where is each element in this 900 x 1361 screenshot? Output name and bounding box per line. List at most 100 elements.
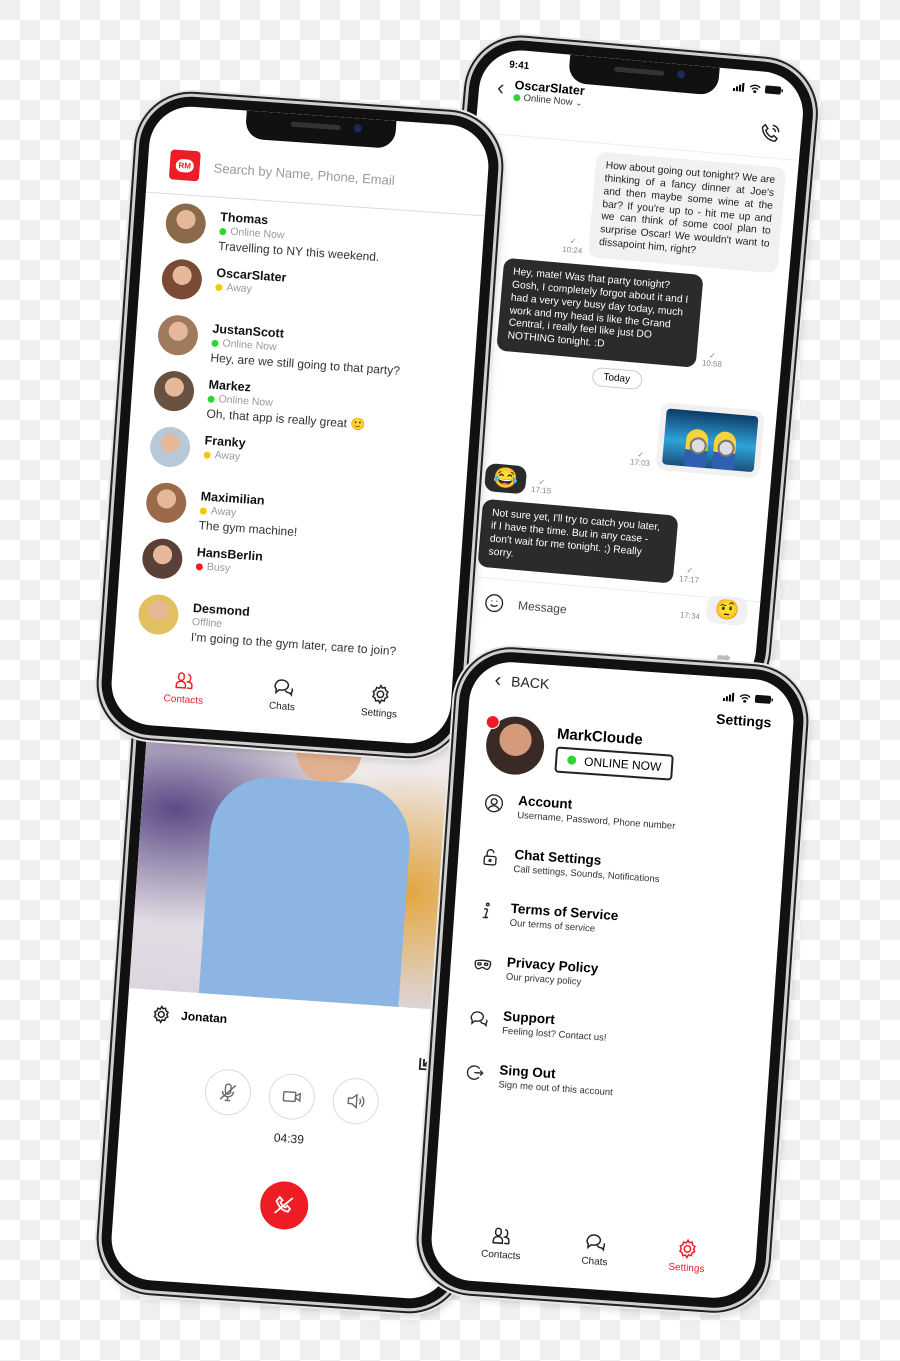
message-input[interactable] [517,598,669,626]
hang-up-button[interactable] [258,1179,310,1232]
message-bubble-image[interactable] [655,402,765,479]
message-bubble-outgoing: How about going out tonight? We are thin… [587,151,787,274]
online-dot [566,755,577,765]
status-dot [207,395,215,403]
support-icon [470,1011,488,1028]
contact-status-label: Away [225,281,253,296]
battery-icon [764,84,784,95]
contact-status: Away [203,448,245,463]
search-input[interactable] [213,159,424,190]
settings-screen: ‹ BACK Settings MarkCloude ONLINE NOW Acc… [428,659,797,1301]
speaker-icon [347,1093,365,1110]
caller-name: Jonatan [180,1008,228,1026]
video-button[interactable] [267,1072,317,1122]
back-button[interactable]: ‹ BACK [494,669,550,696]
contact-status-label: Offline [191,615,223,631]
tab-chats[interactable]: Chats [581,1231,610,1268]
contact-status-label: Online Now [218,393,274,410]
message-row: Hey, mate! Was that party tonight? Gosh,… [468,255,776,374]
app-logo: RM [168,149,201,182]
tab-chats[interactable]: Chats [268,676,298,714]
online-status-button[interactable]: ONLINE NOW [554,746,675,781]
chats-icon [274,679,293,697]
contact-status-label: Away [214,449,241,463]
contact-status-label: Online Now [229,225,285,242]
settings-icon [371,684,389,705]
contact-status-label: Online Now [222,337,278,354]
message-time: ✓ 17:17 [678,565,700,585]
message-time: ✓ 17:03 [629,449,651,469]
status-dot [203,450,211,459]
minion-figure [711,430,737,471]
lock-icon [483,849,497,866]
message-time: ✓ 10:58 [701,350,723,370]
phone-contacts-screen: RM Thomas Online Now Travelling to NY th… [98,93,502,757]
contact-avatar [140,537,184,581]
tab-bar: Contacts Chats Settings [429,1208,758,1301]
video-camera-icon [282,1090,302,1103]
wifi-icon [739,693,751,703]
chats-icon [586,1234,606,1252]
emoji-icon[interactable] [483,592,505,614]
mic-off-icon [219,1083,237,1102]
info-icon [482,902,490,919]
tab-bar: Contacts Chats Settings [109,653,453,747]
tab-label: Contacts [163,693,204,707]
online-status-label: ONLINE NOW [583,754,662,774]
contact-avatar [148,425,192,469]
status-icons [722,692,774,704]
mask-icon [474,959,492,971]
battery-icon [754,694,774,704]
tab-contacts[interactable]: Contacts [480,1224,523,1263]
contact-avatar [164,202,208,245]
online-dot [513,93,521,102]
contact-name: Franky [204,433,247,451]
contact-avatar [144,481,188,525]
mute-button[interactable] [203,1067,253,1117]
contact-list: Thomas Online Now Travelling to NY this … [115,193,485,664]
message-bubble-emoji: 😂 [483,463,528,495]
status-dot [211,339,219,347]
edit-photo-badge-icon[interactable] [485,714,501,730]
contacts-icon [175,672,193,690]
minion-figure [683,428,710,469]
phone-call-icon[interactable] [758,121,782,145]
signal-icon [732,82,745,92]
message-row: ✓ 10:24 How about going out tonight? We a… [477,142,787,274]
user-icon [485,794,504,813]
message-bubble-incoming: Hey, mate! Was that party tonight? Gosh,… [496,257,704,368]
status-dot [219,227,227,235]
contacts-screen: RM Thomas Online Now Travelling to NY th… [108,103,492,747]
status-dot [195,562,204,571]
profile-avatar[interactable] [484,714,547,777]
contact-avatar [152,369,196,413]
tab-label: Settings [360,706,398,721]
phone-settings-screen: ‹ BACK Settings MarkCloude ONLINE NOW Acc… [418,648,807,1312]
chevron-down-icon: ⌄ [575,98,583,108]
signal-icon [722,692,735,702]
contact-avatar [160,258,204,301]
tab-settings[interactable]: Settings [360,682,399,720]
back-label: BACK [510,673,550,692]
tab-settings[interactable]: Settings [668,1237,707,1275]
contact-avatar [137,593,180,636]
phone-hangup-icon [274,1195,294,1214]
profile-name: MarkCloude [556,725,644,749]
caller-photo-shirt [197,773,414,1012]
tab-label: Chats [268,700,296,714]
tab-label: Contacts [480,1248,521,1263]
minions-image [661,408,759,473]
app-logo-text: RM [175,158,195,173]
settings-list: Account Username, Password, Phone number… [441,781,788,1127]
sign-out-icon [466,1065,484,1080]
back-chevron-icon: ‹ [493,668,503,691]
status-dot [215,283,223,291]
status-dot [199,506,208,515]
gear-icon[interactable] [151,1004,172,1025]
back-chevron-icon[interactable]: ‹ [496,74,505,100]
date-separator: Today [591,366,643,391]
speaker-button[interactable] [331,1076,381,1126]
message-time: ✓ 10:24 [561,236,583,256]
tab-label: Settings [668,1261,705,1276]
tab-contacts[interactable]: Contacts [163,668,205,707]
